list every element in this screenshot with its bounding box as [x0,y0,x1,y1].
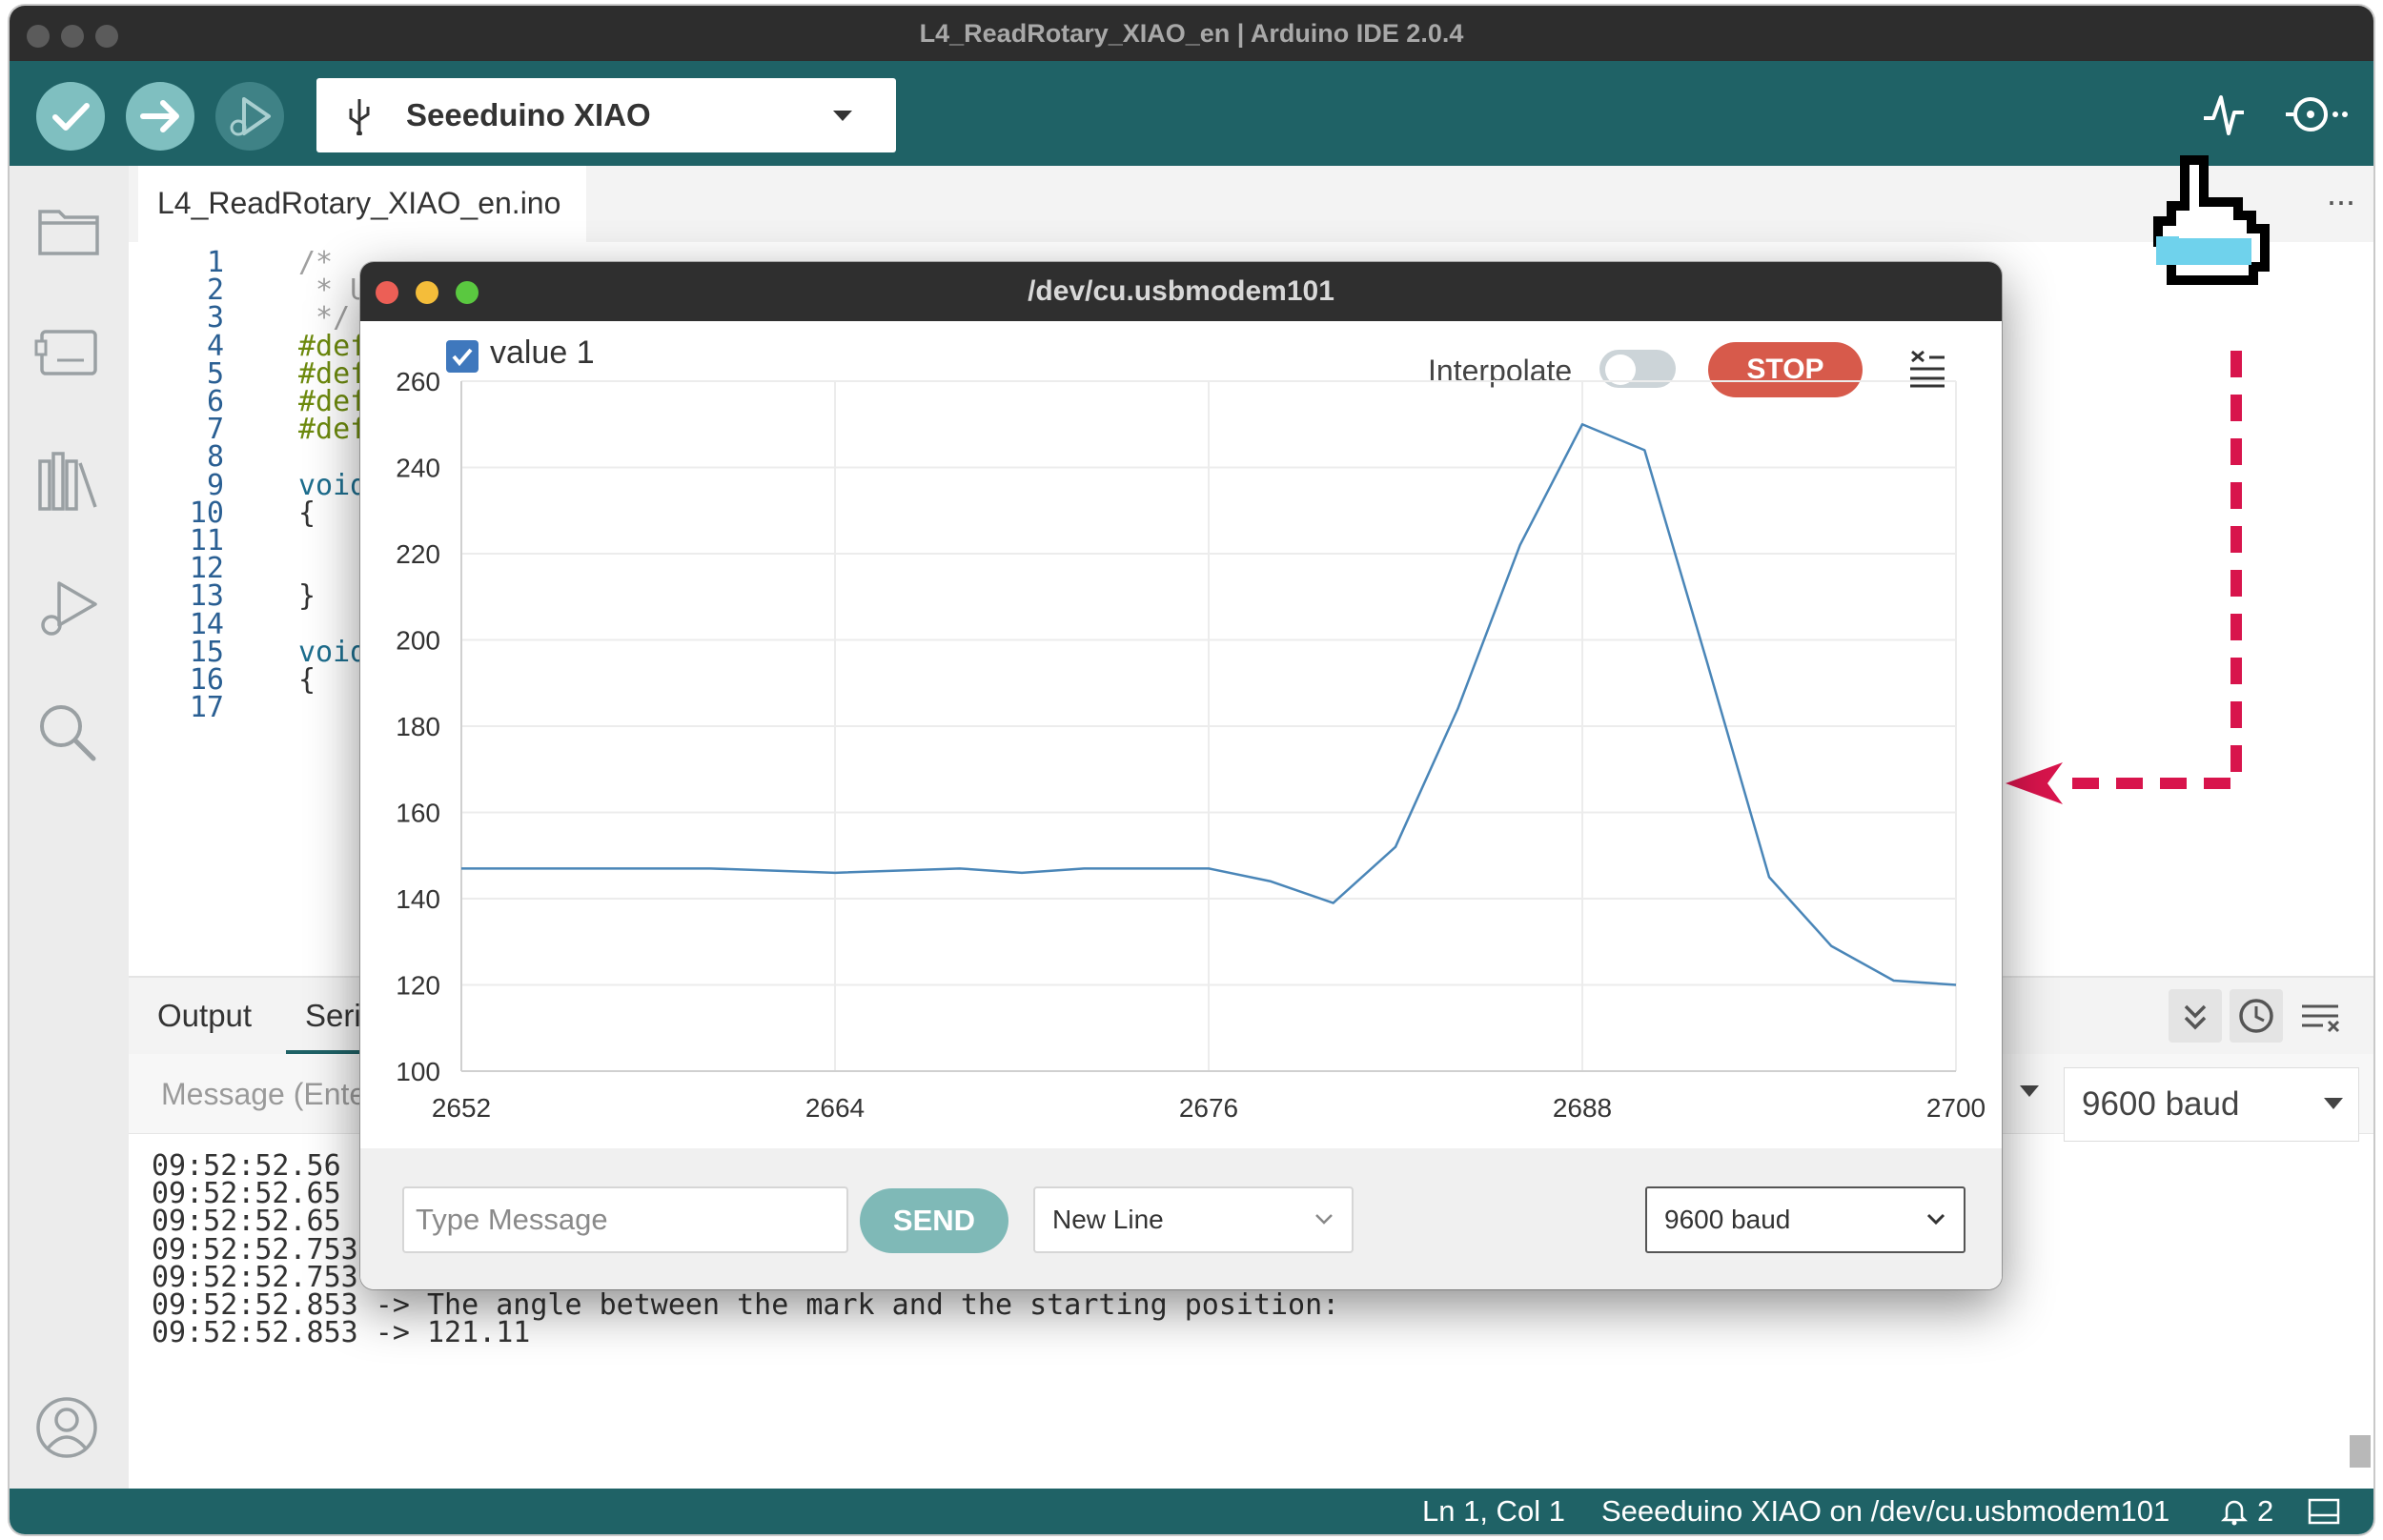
plotter-body: value 1 Interpolate STOP 100 120 140 160 180… [360,321,2002,1148]
timestamp-button[interactable] [2230,989,2283,1043]
line-ending-select[interactable]: New Line [1033,1186,1354,1253]
bell-icon[interactable] [2219,1496,2250,1527]
y-tick-label: 160 [396,799,440,828]
line-number: 17 [189,691,224,725]
serial-monitor-icon[interactable] [2282,90,2349,139]
baud-rate-select[interactable]: 9600 baud [2064,1067,2359,1142]
upload-button[interactable] [126,82,194,151]
y-tick-label: 220 [396,539,440,569]
chevron-down-icon [1926,1213,1945,1226]
code-line: { [298,496,316,530]
line-ending-chevron-icon[interactable] [2018,1083,2041,1100]
code-line: } [298,579,316,614]
title-bar: L4_ReadRotary_XIAO_en | Arduino IDE 2.0.… [10,6,2373,61]
scrollbar-thumb[interactable] [2350,1435,2371,1468]
debug-sidebar-icon[interactable] [34,576,103,642]
toolbar: Seeeduino XIAO [10,61,2373,166]
more-options-icon[interactable]: ... [2327,173,2355,213]
serial-plotter-window: /dev/cu.usbmodem101 value 1 Interpolate … [360,262,2002,1289]
plotter-baud-value: 9600 baud [1664,1205,1791,1234]
chevron-down-icon [2324,1098,2343,1109]
verify-icon [52,103,90,131]
library-manager-icon[interactable] [34,448,103,515]
tab-sketch-file[interactable]: L4_ReadRotary_XIAO_en.ino [138,166,586,242]
sketchbook-folder-icon[interactable] [34,198,103,259]
tab-sketch-file-label: L4_ReadRotary_XIAO_en.ino [157,186,561,220]
cursor-position: Ln 1, Col 1 [1422,1494,1565,1528]
upload-icon [140,100,179,132]
hand-pointer-icon [2153,155,2270,285]
notification-count: 2 [2257,1494,2274,1528]
chevron-down-icon [833,111,852,121]
plotter-title: /dev/cu.usbmodem101 [1028,275,1334,307]
y-tick-label: 240 [396,454,440,483]
board-name: Seeeduino XIAO [406,97,651,132]
autoscroll-icon [2184,1004,2207,1030]
y-tick-label: 140 [396,884,440,914]
board-port-status: Seeeduino XIAO on /dev/cu.usbmodem101 [1601,1494,2170,1528]
x-tick-label: 2676 [1179,1093,1238,1123]
y-tick-label: 180 [396,712,440,741]
boards-manager-icon[interactable] [34,322,103,383]
editor-tab-strip: L4_ReadRotary_XIAO_en.ino ... [129,166,2373,242]
send-button[interactable]: SEND [860,1188,1008,1253]
x-tick-label: 2700 [1926,1093,1986,1123]
x-tick-label: 2664 [805,1093,865,1123]
debug-button[interactable] [215,82,284,151]
y-tick-label: 260 [396,367,440,396]
serial-output-line: 09:52:52.853 -> 121.11 [152,1316,531,1350]
chevron-down-icon [1315,1214,1333,1225]
toggle-panel-icon[interactable] [2307,1496,2341,1527]
y-tick-label: 120 [396,971,440,1001]
plotter-baud-select[interactable]: 9600 baud [1645,1186,1965,1253]
serial-plotter-icon[interactable] [2202,90,2246,139]
baud-rate-value: 9600 baud [2082,1085,2240,1123]
window-title: L4_ReadRotary_XIAO_en | Arduino IDE 2.0.… [919,19,1464,48]
code-line: { [298,663,316,697]
verify-button[interactable] [36,82,105,151]
usb-icon [349,99,370,135]
plotter-message-placeholder: Type Message [416,1203,608,1236]
status-bar: Ln 1, Col 1 Seeeduino XIAO on /dev/cu.us… [10,1489,2373,1534]
line-chart: 100 120 140 160 180 200 220 240 260 2652 2664 2676 2… [396,367,1986,1123]
y-tick-label: 100 [396,1057,440,1086]
guide-arrow [2006,351,2242,804]
plotter-message-input[interactable]: Type Message [402,1186,848,1253]
code-line: #def [298,413,368,447]
clear-output-icon[interactable] [2294,991,2348,1044]
plotter-footer: Type Message SEND New Line 9600 baud [360,1148,2002,1289]
board-selector[interactable]: Seeeduino XIAO [316,78,896,152]
plotter-title-bar: /dev/cu.usbmodem101 [360,262,2002,321]
search-icon[interactable] [34,699,103,766]
autoscroll-button[interactable] [2169,989,2222,1043]
x-tick-label: 2688 [1553,1093,1612,1123]
line-ending-value: New Line [1052,1205,1164,1234]
sidebar [10,166,129,1489]
tab-output[interactable]: Output [157,978,252,1054]
account-icon[interactable] [34,1395,103,1464]
y-tick-label: 200 [396,626,440,656]
clock-icon [2239,999,2273,1033]
x-tick-label: 2652 [432,1093,491,1123]
debug-icon [230,97,271,136]
serial-message-input[interactable]: Message (Ente [161,1054,366,1134]
